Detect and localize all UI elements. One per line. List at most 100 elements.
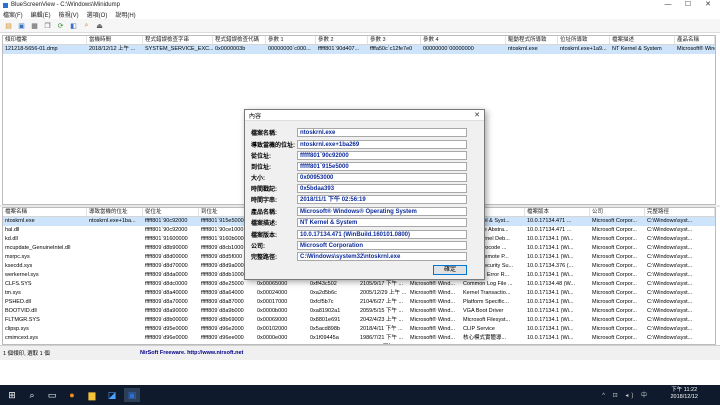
- table-cell: C:\Windows\syst...: [647, 326, 693, 332]
- table-cell: Microsoft Corpor...: [592, 263, 637, 269]
- table-cell: Microsoft Corpor...: [592, 236, 637, 242]
- property-value[interactable]: 0x5bdaa393: [297, 183, 467, 193]
- table-row[interactable]: clipsp.sys fffff809`d95e0000 fffff809`d96e…: [3, 325, 715, 334]
- column-header[interactable]: 參數 2: [316, 36, 368, 44]
- table-cell: hal.dll: [5, 227, 20, 233]
- table-cell: 10.0.17134.1 (Wi...: [527, 272, 574, 278]
- table-row[interactable]: cmimcext.sys fffff809`d96e0000 fffff809`d9…: [3, 334, 715, 343]
- task-view-icon[interactable]: ▭: [44, 388, 60, 402]
- column-header[interactable]: 傾印檔案: [3, 36, 87, 44]
- column-header[interactable]: 從位址: [143, 208, 199, 216]
- table-cell: fffff809`d8dc0000: [145, 281, 188, 287]
- app-icon[interactable]: ◪: [104, 388, 120, 402]
- table-cell: Kernel Transactio...: [463, 290, 511, 296]
- menu-options[interactable]: 選項(O): [87, 10, 108, 19]
- search-icon[interactable]: ⌕: [24, 388, 40, 402]
- tray-icons[interactable]: ^ ⊡ ◂) 中: [602, 390, 650, 399]
- table-cell: Microsoft® Wind...: [410, 317, 456, 323]
- nirsoft-link[interactable]: NirSoft Freeware. http://www.nirsoft.net: [100, 350, 243, 356]
- table-cell: [87, 262, 143, 271]
- firefox-icon[interactable]: ●: [64, 388, 80, 402]
- maximize-icon[interactable]: ☐: [678, 0, 698, 10]
- clock[interactable]: 下午 11:22 2018/12/12: [670, 387, 698, 401]
- table-cell: 10.0.17134.1 (Wi...: [527, 335, 574, 341]
- table-row[interactable]: tm.sys fffff809`d8a40000 fffff809`d8a64000…: [3, 289, 715, 298]
- menu-help[interactable]: 說明(H): [115, 10, 135, 19]
- property-label: 時間戳記:: [251, 186, 277, 193]
- column-header[interactable]: 參數 1: [266, 36, 316, 44]
- property-value[interactable]: Microsoft® Windows® Operating System: [297, 206, 467, 216]
- property-value[interactable]: 0x00953000: [297, 172, 467, 182]
- property-value[interactable]: fffff801`915e5000: [297, 161, 467, 171]
- property-row: 完整路徑: C:\Windows\system32\ntoskrnl.exe: [251, 251, 467, 261]
- property-value[interactable]: 2018/11/1 下午 02:56:19: [297, 194, 467, 204]
- column-header[interactable]: 完整路徑: [645, 208, 715, 216]
- column-header[interactable]: 程式錯誤檢查字串: [143, 36, 213, 44]
- close-icon[interactable]: ✕: [698, 0, 718, 10]
- table-row[interactable]: 121218-5656-01.dmp 2018/12/12 上午 ... SYSTE…: [3, 45, 715, 54]
- table-cell: [87, 226, 143, 235]
- dialog-close-icon[interactable]: ✕: [474, 111, 480, 119]
- column-header[interactable]: 程式錯誤檢查代碼: [213, 36, 266, 44]
- exit-icon[interactable]: ⏏: [94, 20, 105, 31]
- menu-edit[interactable]: 編輯(E): [31, 10, 51, 19]
- table-row[interactable]: FLTMGR.SYS fffff809`d8b00000 fffff809`d8b6…: [3, 316, 715, 325]
- table-cell: cmimcext.sys: [5, 335, 38, 341]
- table-cell: 10.0.17134.1 (Wi...: [527, 290, 574, 296]
- property-value[interactable]: NT Kernel & System: [297, 217, 467, 227]
- copy-icon[interactable]: ❐: [42, 20, 53, 31]
- property-row: 大小: 0x00953000: [251, 172, 467, 182]
- bluescreenview-taskbar-icon[interactable]: ▣: [124, 388, 140, 402]
- column-header[interactable]: 檔案名稱: [3, 208, 87, 216]
- column-header[interactable]: 產品名稱: [675, 36, 715, 44]
- column-header[interactable]: 檔案版本: [525, 208, 590, 216]
- menu-file[interactable]: 檔案(F): [3, 10, 23, 19]
- table-cell: 00000000`c000...: [268, 46, 311, 52]
- table-cell: fffff809`d8a40000: [145, 290, 188, 296]
- table-cell: ntoskrnl.exe: [508, 46, 538, 52]
- title-bar: BlueScreenView - C:\Windows\Minidump — ☐…: [0, 0, 720, 10]
- clock-time: 下午 11:22: [671, 387, 698, 393]
- menu-view[interactable]: 檢視(V): [59, 10, 79, 19]
- property-value[interactable]: ntoskrnl.exe: [297, 127, 467, 137]
- column-header[interactable]: 公司: [590, 208, 645, 216]
- status-count: 1 個傾印, 選取 1 個: [3, 351, 50, 357]
- table-cell: 2018/12/12 上午 ...: [89, 46, 136, 52]
- column-header[interactable]: 位址所導致: [558, 36, 610, 44]
- table-row[interactable]: BOOTVID.dll fffff809`d8a90000 fffff809`d8a…: [3, 307, 715, 316]
- refresh-icon[interactable]: ⟳: [55, 20, 66, 31]
- column-header[interactable]: 參數 4: [421, 36, 506, 44]
- property-label: 時間字串:: [251, 197, 277, 204]
- ok-button[interactable]: 確定: [433, 265, 467, 275]
- column-header[interactable]: 驅動程式所導致: [506, 36, 558, 44]
- property-value[interactable]: fffff801`90c92000: [297, 150, 467, 160]
- column-header[interactable]: 檔案描述: [610, 36, 675, 44]
- file-explorer-icon[interactable]: ▆: [84, 388, 100, 402]
- minimize-icon[interactable]: —: [658, 0, 678, 10]
- save-icon[interactable]: ▣: [16, 20, 27, 31]
- property-value[interactable]: Microsoft Corporation: [297, 240, 467, 250]
- property-value[interactable]: C:\Windows\system32\ntoskrnl.exe: [297, 251, 467, 261]
- table-cell: Microsoft® Wind...: [410, 326, 456, 332]
- table-cell: 0x00069000: [257, 317, 288, 323]
- column-header[interactable]: 導致當機的位址: [87, 208, 143, 216]
- table-cell: 10.0.17134.1 (Wi...: [527, 326, 574, 332]
- property-value[interactable]: ntoskrnl.exe+1ba269: [297, 139, 467, 149]
- windows-start-icon[interactable]: ⊞: [4, 388, 20, 402]
- property-value[interactable]: 10.0.17134.471 (WinBuild.160101.0800): [297, 229, 467, 239]
- column-header[interactable]: 當機時間: [87, 36, 143, 44]
- column-header[interactable]: 參數 3: [368, 36, 421, 44]
- html-report-icon[interactable]: ◧: [68, 20, 79, 31]
- open-folder-icon[interactable]: ▤: [3, 20, 14, 31]
- table-cell: 0x00024000: [257, 290, 288, 296]
- table-cell: fffff801`91600000: [145, 236, 188, 242]
- table-cell: 0x0000b000: [257, 308, 288, 314]
- table-row[interactable]: CLFS.SYS fffff809`d8dc0000 fffff809`d8e250…: [3, 280, 715, 289]
- table-row[interactable]: PSHED.dll fffff809`d8a70000 fffff809`d8a87…: [3, 298, 715, 307]
- properties-icon[interactable]: ▦: [29, 20, 40, 31]
- table-cell: 0x0000003b: [215, 46, 246, 52]
- table-cell: [87, 334, 143, 343]
- window-controls: — ☐ ✕: [658, 0, 718, 10]
- table-cell: C:\Windows\syst...: [647, 263, 693, 269]
- find-icon[interactable]: ⌕: [81, 20, 92, 31]
